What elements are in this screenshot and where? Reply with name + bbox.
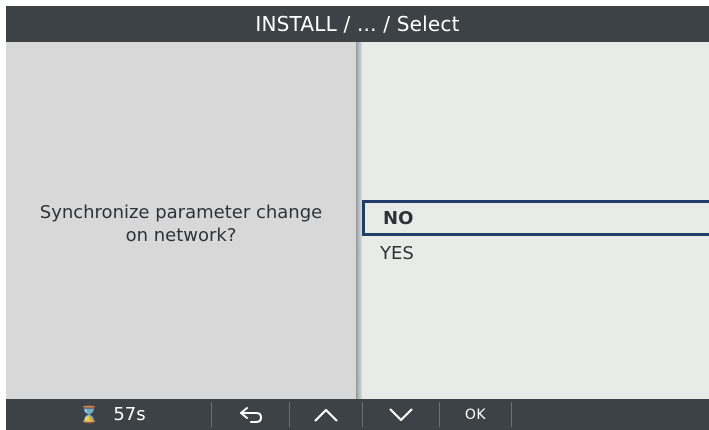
options-panel: NO YES [362, 42, 709, 399]
option-no-label: NO [383, 207, 414, 229]
footer-separator [511, 402, 512, 427]
chevron-up-icon [314, 408, 338, 422]
option-yes[interactable]: YES [362, 238, 709, 268]
question-text: Synchronize parameter change on network? [39, 201, 323, 246]
breadcrumb-title: INSTALL / ... / Select [255, 12, 460, 36]
up-button[interactable] [290, 399, 362, 430]
ok-button[interactable]: OK [440, 399, 511, 430]
timeout-indicator: ⌛ 57s [6, 399, 211, 430]
header-bar: INSTALL / ... / Select [6, 6, 709, 42]
timeout-value: 57s [113, 404, 146, 425]
back-button[interactable] [212, 399, 289, 430]
option-no[interactable]: NO [362, 200, 709, 236]
chevron-down-icon [389, 407, 413, 421]
option-yes-label: YES [380, 242, 414, 264]
footer-bar: ⌛ 57s OK [6, 399, 709, 430]
question-panel: Synchronize parameter change on network? [6, 42, 356, 399]
hourglass-icon: ⌛ [79, 405, 100, 424]
down-button[interactable] [363, 399, 439, 430]
dialog-frame: INSTALL / ... / Select Synchronize param… [6, 6, 709, 430]
back-arrow-icon [239, 406, 262, 423]
ok-label: OK [464, 406, 487, 423]
